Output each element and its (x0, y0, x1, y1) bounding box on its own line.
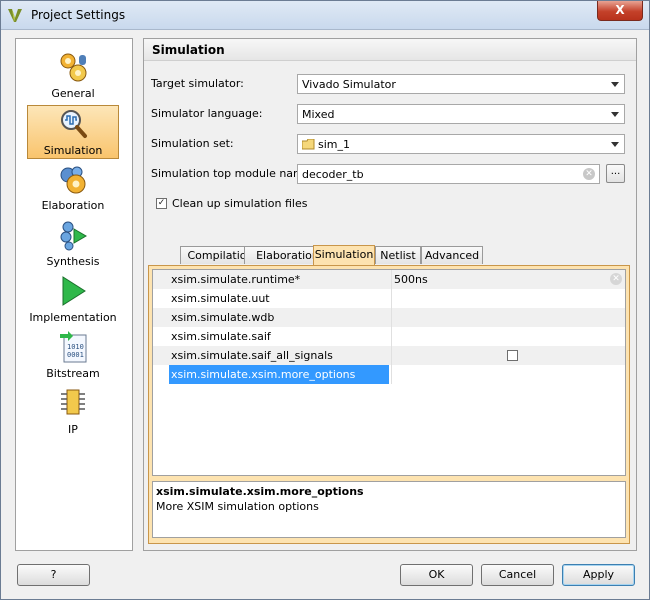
tab-netlist[interactable]: Netlist (375, 246, 421, 264)
table-row[interactable]: xsim.simulate.saif_all_signals (153, 346, 625, 365)
top-module-label: Simulation top module name: (151, 167, 315, 180)
sidebar-item-label: Synthesis (46, 255, 100, 268)
sidebar-item-implementation[interactable]: Implementation (27, 273, 119, 327)
sidebar-item-bitstream[interactable]: 1010 0001 Bitstream (27, 329, 119, 383)
top-module-input[interactable]: decoder_tb ✕ (297, 164, 600, 184)
sidebar-item-label: General (51, 87, 95, 100)
sidebar-item-label: IP (68, 423, 78, 436)
property-name: xsim.simulate.xsim.more_options (169, 365, 389, 384)
sidebar-item-synthesis[interactable]: Synthesis (27, 217, 119, 271)
property-name: xsim.simulate.wdb (171, 311, 275, 324)
top-module-value: decoder_tb (302, 168, 364, 181)
simulator-language-select[interactable]: Mixed (297, 104, 625, 124)
simulator-language-value: Mixed (302, 108, 335, 121)
description-title: xsim.simulate.xsim.more_options (156, 485, 364, 498)
waveform-magnifier-icon (61, 110, 87, 138)
browse-button[interactable]: ... (606, 164, 625, 183)
cleanup-label: Clean up simulation files (172, 197, 308, 210)
settings-content-panel: Simulation Target simulator: Vivado Simu… (143, 38, 637, 551)
clear-icon[interactable]: ✕ (610, 273, 622, 285)
simulator-language-label: Simulator language: (151, 107, 263, 120)
property-value[interactable] (391, 365, 625, 384)
table-row[interactable]: xsim.simulate.saif (153, 327, 625, 346)
settings-category-list: General Simulation Elaboration Synthesis… (15, 38, 133, 551)
sidebar-item-label: Bitstream (46, 367, 100, 380)
svg-text:0001: 0001 (67, 351, 84, 359)
close-button[interactable]: X (597, 1, 643, 21)
property-value[interactable]: 500ns (391, 270, 625, 289)
gear-icon (60, 166, 86, 194)
property-name: xsim.simulate.saif (171, 330, 271, 343)
table-row[interactable]: xsim.simulate.runtime* 500ns ✕ (153, 270, 625, 289)
chevron-down-icon (611, 82, 619, 87)
chevron-down-icon (611, 112, 619, 117)
target-simulator-value: Vivado Simulator (302, 78, 396, 91)
sidebar-item-elaboration[interactable]: Elaboration (27, 161, 119, 215)
property-name: xsim.simulate.uut (171, 292, 270, 305)
table-row[interactable]: xsim.simulate.uut (153, 289, 625, 308)
help-button[interactable]: ? (17, 564, 90, 586)
cleanup-checkbox[interactable]: ✓ (156, 198, 167, 209)
vivado-logo-icon (8, 9, 22, 22)
title-bar: Project Settings X (1, 1, 649, 30)
sidebar-item-label: Implementation (29, 311, 117, 324)
sidebar-item-general[interactable]: General (27, 49, 119, 103)
clear-icon[interactable]: ✕ (583, 168, 595, 180)
description-text: More XSIM simulation options (156, 500, 319, 513)
simulation-set-value: sim_1 (318, 138, 351, 151)
folder-icon (302, 139, 315, 150)
property-value[interactable] (391, 289, 625, 308)
simulation-set-label: Simulation set: (151, 137, 234, 150)
chevron-down-icon (611, 142, 619, 147)
gears-icon (60, 53, 87, 82)
bitstream-icon: 1010 0001 (60, 331, 87, 363)
page-title: Simulation (152, 43, 225, 57)
property-value[interactable] (391, 308, 625, 327)
property-name: xsim.simulate.saif_all_signals (171, 349, 333, 362)
sidebar-item-simulation[interactable]: Simulation (27, 105, 119, 159)
saif-all-signals-checkbox[interactable] (507, 350, 518, 361)
property-description: xsim.simulate.xsim.more_options More XSI… (152, 481, 626, 538)
tab-simulation[interactable]: Simulation (313, 245, 375, 265)
chip-icon (61, 389, 85, 415)
target-simulator-label: Target simulator: (151, 77, 244, 90)
sidebar-item-ip[interactable]: IP (27, 385, 119, 439)
simulation-set-select[interactable]: sim_1 (297, 134, 625, 154)
play-arrow-icon (62, 276, 86, 306)
ok-button[interactable]: OK (400, 564, 473, 586)
project-settings-window: Project Settings X General Simulation El… (0, 0, 650, 600)
sidebar-item-label: Elaboration (41, 199, 105, 212)
property-name: xsim.simulate.runtime* (171, 273, 301, 286)
cancel-button[interactable]: Cancel (481, 564, 554, 586)
table-row[interactable]: xsim.simulate.wdb (153, 308, 625, 327)
synthesis-icon (60, 221, 87, 251)
target-simulator-select[interactable]: Vivado Simulator (297, 74, 625, 94)
window-title: Project Settings (31, 8, 126, 22)
sidebar-item-label: Simulation (43, 144, 103, 157)
table-row[interactable]: xsim.simulate.xsim.more_options (153, 365, 625, 384)
svg-text:1010: 1010 (67, 343, 84, 351)
tab-content-frame: xsim.simulate.runtime* 500ns ✕ xsim.simu… (148, 265, 630, 544)
property-value[interactable] (391, 327, 625, 346)
apply-button[interactable]: Apply (562, 564, 635, 586)
properties-table: xsim.simulate.runtime* 500ns ✕ xsim.simu… (152, 269, 626, 476)
section-header: Simulation (144, 39, 636, 61)
tab-advanced[interactable]: Advanced (421, 246, 483, 264)
